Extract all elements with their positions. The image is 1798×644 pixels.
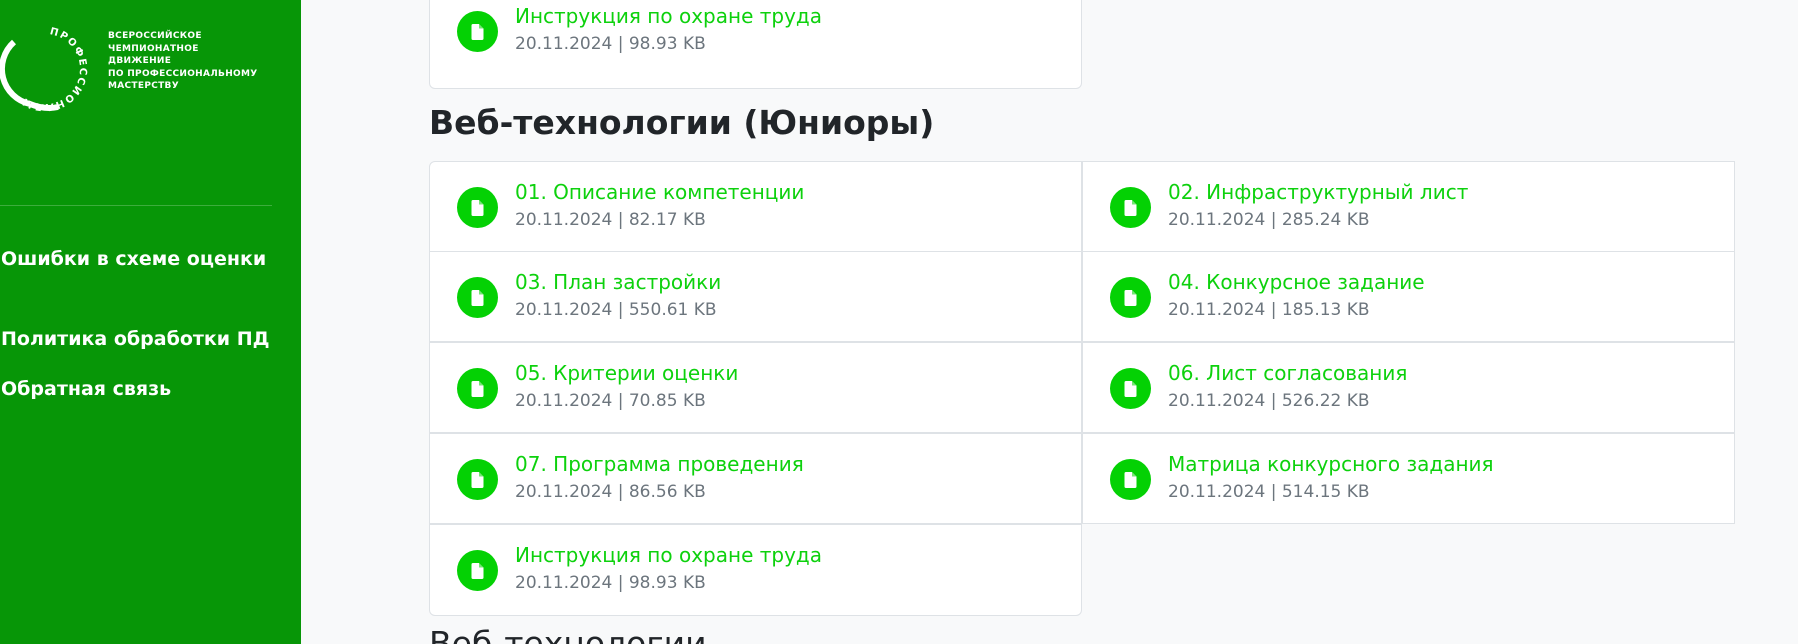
file-item[interactable]: Инструкция по охране труда 20.11.2024 | … [429,524,1082,616]
file-meta: 20.11.2024 | 514.15 KB [1168,482,1370,502]
file-title[interactable]: 03. План застройки [515,270,721,294]
file-meta: 20.11.2024 | 185.13 KB [1168,300,1370,320]
file-title[interactable]: Инструкция по охране труда [515,543,822,567]
file-title[interactable]: 02. Инфраструктурный лист [1168,180,1468,204]
file-item[interactable]: 06. Лист согласования 20.11.2024 | 526.2… [1082,342,1735,433]
file-title[interactable]: Инструкция по охране труда [515,4,822,28]
logo-ring-icon: ПРОФЕССИОНАЛЫ [0,26,88,112]
file-meta: 20.11.2024 | 70.85 KB [515,391,706,411]
file-item[interactable]: 05. Критерии оценки 20.11.2024 | 70.85 K… [429,342,1082,433]
sidebar: ПРОФЕССИОНАЛЫ Всероссийское чемпионатное… [0,0,301,644]
file-icon [457,11,498,52]
file-icon [1110,368,1151,409]
file-item[interactable]: 04. Конкурсное задание 20.11.2024 | 185.… [1082,251,1735,342]
file-icon [1110,277,1151,318]
file-item[interactable]: Матрица конкурсного задания 20.11.2024 |… [1082,433,1735,524]
sidebar-link-feedback[interactable]: Обратная связь [1,378,171,400]
sidebar-divider [0,205,272,206]
file-item[interactable]: 07. Программа проведения 20.11.2024 | 86… [429,433,1082,524]
file-title[interactable]: 06. Лист согласования [1168,361,1407,385]
sidebar-link-privacy-policy[interactable]: Политика обработки ПД [1,328,270,350]
file-title[interactable]: 04. Конкурсное задание [1168,270,1425,294]
section-title: Веб-технологии (Юниоры) [429,103,935,142]
file-icon [457,187,498,228]
file-icon [457,550,498,591]
file-meta: 20.11.2024 | 526.22 KB [1168,391,1370,411]
file-meta: 20.11.2024 | 285.24 KB [1168,210,1370,230]
file-meta: 20.11.2024 | 550.61 KB [515,300,717,320]
file-item[interactable]: 02. Инфраструктурный лист 20.11.2024 | 2… [1082,161,1735,252]
file-icon [457,277,498,318]
file-title[interactable]: 07. Программа проведения [515,452,804,476]
file-icon [457,368,498,409]
file-meta: 20.11.2024 | 82.17 KB [515,210,706,230]
file-meta: 20.11.2024 | 98.93 KB [515,34,706,54]
brand-logo[interactable]: ПРОФЕССИОНАЛЫ Всероссийское чемпионатное… [0,24,260,114]
file-title[interactable]: 05. Критерии оценки [515,361,738,385]
file-item[interactable]: 01. Описание компетенции 20.11.2024 | 82… [429,161,1082,252]
file-title[interactable]: 01. Описание компетенции [515,180,804,204]
svg-text:ПРОФЕССИОНАЛЫ: ПРОФЕССИОНАЛЫ [20,26,88,112]
sidebar-link-scoring-errors[interactable]: Ошибки в схеме оценки [1,248,266,270]
file-meta: 20.11.2024 | 86.56 KB [515,482,706,502]
file-item[interactable]: Инструкция по охране труда 20.11.2024 | … [429,0,1082,89]
file-icon [1110,187,1151,228]
next-section-title: Веб-технологии [429,628,749,644]
logo-caption: Всероссийское чемпионатное движение по п… [108,31,258,91]
file-icon [1110,459,1151,500]
file-meta: 20.11.2024 | 98.93 KB [515,573,706,593]
file-icon [457,459,498,500]
file-item[interactable]: 03. План застройки 20.11.2024 | 550.61 K… [429,251,1082,342]
file-title[interactable]: Матрица конкурсного задания [1168,452,1494,476]
